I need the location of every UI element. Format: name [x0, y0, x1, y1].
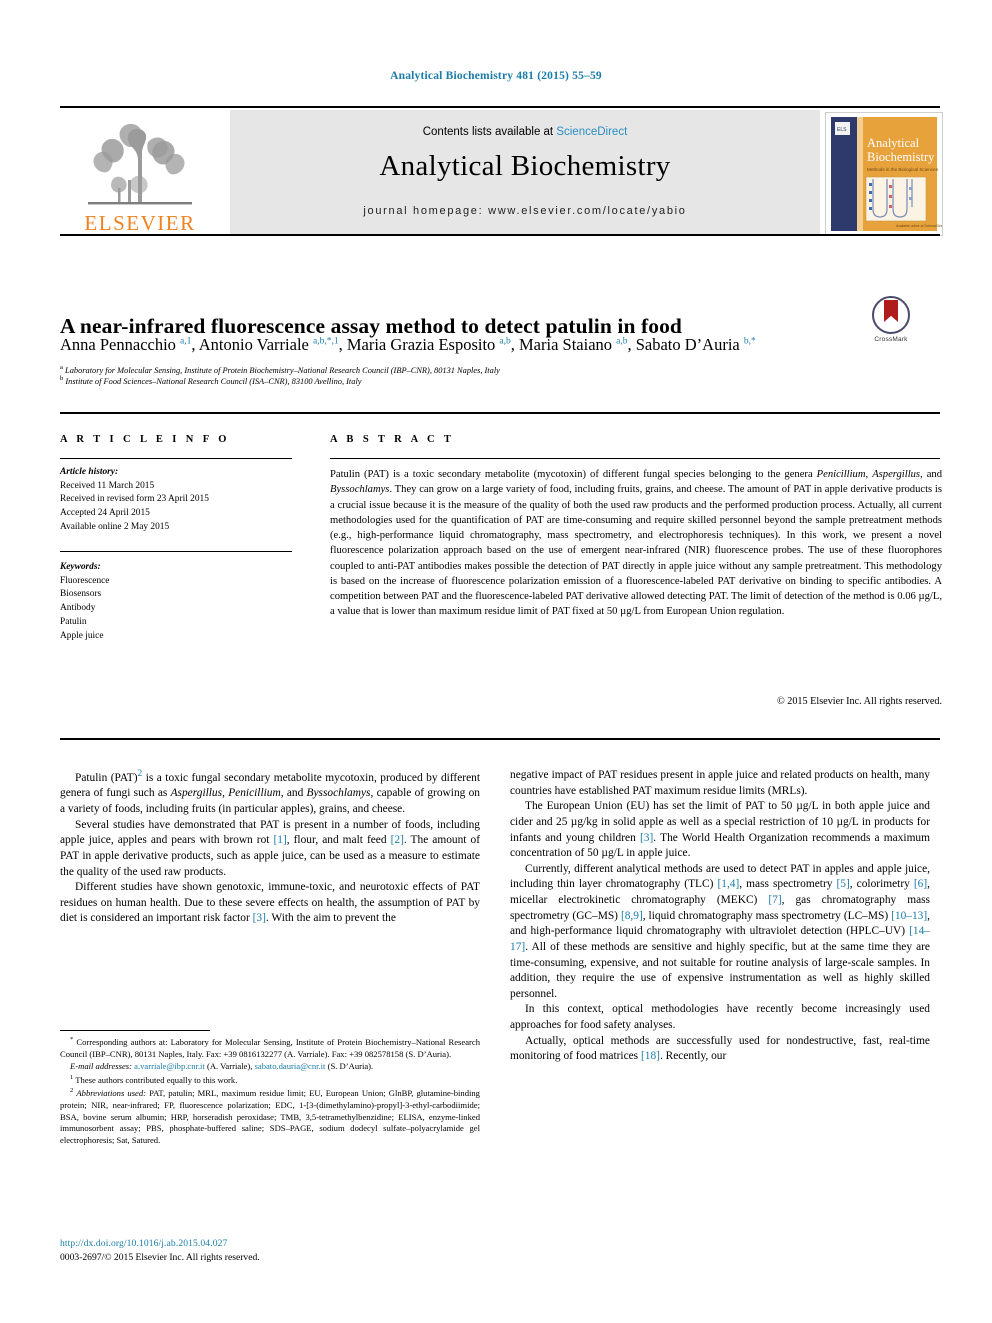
svg-text:Methods in the Biological Scie: Methods in the Biological Sciences [867, 167, 939, 172]
svg-text:ELS: ELS [837, 127, 847, 133]
journal-cover-thumbnail: ELS Analytical Biochemistry Methods in t… [825, 112, 943, 236]
elsevier-logo: ELSEVIER [60, 112, 220, 234]
abstract-rule [330, 458, 940, 459]
footnote-equal-contribution: 1 These authors contributed equally to t… [70, 1073, 238, 1085]
article-info-heading: A R T I C L E I N F O [60, 434, 230, 445]
history-item: Received in revised form 23 April 2015 [60, 494, 209, 505]
contents-lists-line: Contents lists available at ScienceDirec… [230, 126, 820, 138]
article-history-label: Article history: [60, 467, 119, 477]
article-history: Article history: Received 11 March 2015 … [60, 466, 300, 535]
history-item: Available online 2 May 2015 [60, 521, 170, 532]
keyword-item: Patulin [60, 616, 87, 627]
affiliation-a-marker: a [60, 364, 63, 371]
doi-link[interactable]: http://dx.doi.org/10.1016/j.ab.2015.04.0… [60, 1238, 480, 1249]
keyword-item: Biosensors [60, 589, 102, 600]
running-head: Analytical Biochemistry 481 (2015) 55–59 [390, 70, 602, 82]
abstract-band-bottom-rule [60, 738, 940, 740]
journal-title: Analytical Biochemistry [379, 150, 671, 182]
journal-homepage-link[interactable]: journal homepage: www.elsevier.com/locat… [230, 205, 820, 217]
article-first-page: Analytical Biochemistry 481 (2015) 55–59 [0, 0, 992, 1323]
affiliation-b-marker: b [60, 375, 64, 382]
sciencedirect-link[interactable]: ScienceDirect [556, 126, 627, 138]
svg-text:Analytical: Analytical [867, 136, 920, 150]
keyword-item: Fluorescence [60, 575, 110, 586]
body-column-right: negative impact of PAT residues present … [510, 769, 931, 1063]
svg-text:Available online at ScienceDir: Available online at ScienceDirect [896, 224, 942, 228]
keyword-item: Apple juice [60, 630, 104, 641]
keyword-item: Antibody [60, 603, 96, 614]
footnote-corresponding: * Corresponding authors at: Laboratory f… [60, 1036, 480, 1059]
footnote-abbreviations: 2 Abbreviations used: PAT, patulin; MRL,… [60, 1087, 480, 1146]
author-list: Anna Pennacchio a,1, Antonio Varriale a,… [60, 335, 756, 354]
body-column-left: Patulin (PAT)2 is a toxic fungal seconda… [60, 769, 480, 925]
elsevier-tree-icon [88, 123, 192, 205]
masthead-bottom-rule [60, 234, 940, 236]
issn-copyright: 0003-2697/© 2015 Elsevier Inc. All right… [60, 1252, 260, 1263]
keywords-rule [60, 551, 292, 552]
abstract-body: Patulin (PAT) is a toxic secondary metab… [330, 469, 943, 618]
abstract-heading: A B S T R A C T [330, 434, 455, 445]
keywords-block: Keywords: Fluorescence Biosensors Antibo… [60, 561, 300, 643]
abstract-band-top-rule [60, 412, 940, 414]
elsevier-wordmark: ELSEVIER [84, 211, 196, 235]
cover-artwork: ELS Analytical Biochemistry Methods in t… [826, 113, 942, 235]
affiliation-a-text: Laboratory for Molecular Sensing, Instit… [65, 365, 500, 375]
affiliation-b-text: Institute of Food Sciences–National Rese… [65, 376, 362, 386]
history-item: Received 11 March 2015 [60, 480, 155, 491]
footnote-emails: E-mail addresses: a.varriale@ibp.cnr.it … [70, 1061, 374, 1072]
journal-masthead: ELSEVIER Contents lists available at Sci… [60, 106, 943, 236]
history-item: Accepted 24 April 2015 [60, 508, 150, 519]
contents-prefix: Contents lists available at [422, 126, 557, 138]
footnotes-block: * Corresponding authors at: Laboratory f… [60, 1036, 480, 1148]
keywords-label: Keywords: [60, 562, 101, 572]
crossmark-icon [872, 296, 910, 334]
footnote-rule [60, 1030, 210, 1031]
abstract-copyright: © 2015 Elsevier Inc. All rights reserved… [776, 696, 942, 707]
article-info-rule [60, 458, 292, 459]
affiliation-b: b Institute of Food Sciences–National Re… [60, 375, 940, 387]
svg-text:Biochemistry: Biochemistry [867, 150, 935, 164]
